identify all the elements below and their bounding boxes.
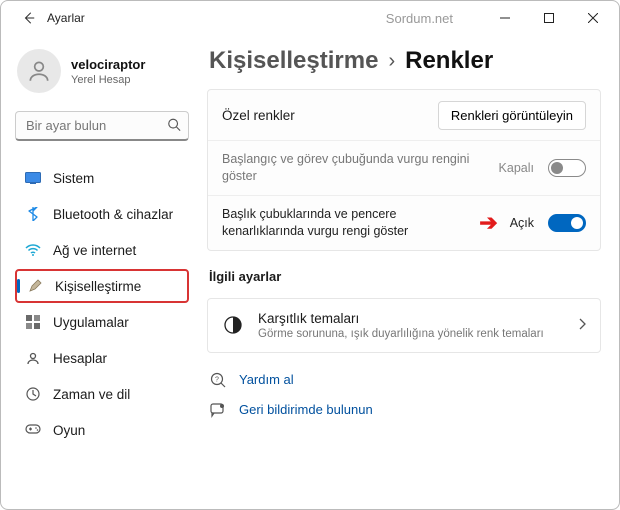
contrast-title: Karşıtlık temaları — [258, 311, 564, 326]
help-link-label: Yardım al — [239, 372, 294, 387]
accent-taskbar-label: Başlangıç ve görev çubuğunda vurgu rengi… — [222, 151, 489, 185]
custom-colors-label: Özel renkler — [222, 108, 428, 123]
sidebar-item-accounts[interactable]: Hesaplar — [15, 341, 189, 375]
avatar-icon — [17, 49, 61, 93]
chevron-right-icon — [578, 318, 586, 333]
clock-icon — [25, 386, 41, 402]
app-title: Ayarlar — [47, 11, 85, 25]
sidebar-item-network[interactable]: Ağ ve internet — [15, 233, 189, 267]
help-icon: ? — [209, 371, 227, 389]
accent-titlebar-toggle[interactable] — [548, 214, 586, 232]
minimize-button[interactable] — [483, 3, 527, 33]
toggle-state-on: Açık — [510, 216, 534, 230]
sidebar-item-time-language[interactable]: Zaman ve dil — [15, 377, 189, 411]
back-button[interactable] — [15, 4, 43, 32]
account-type: Yerel Hesap — [71, 74, 145, 86]
sidebar-item-label: Sistem — [53, 171, 94, 186]
brush-icon — [27, 278, 43, 294]
accounts-icon — [25, 350, 41, 366]
apps-icon — [25, 314, 41, 330]
sidebar-item-label: Hesaplar — [53, 351, 107, 366]
sidebar-item-bluetooth[interactable]: Bluetooth & cihazlar — [15, 197, 189, 231]
maximize-button[interactable] — [527, 3, 571, 33]
sidebar-item-label: Zaman ve dil — [53, 387, 130, 402]
sidebar-item-label: Bluetooth & cihazlar — [53, 207, 173, 222]
breadcrumb-root[interactable]: Kişiselleştirme — [209, 47, 378, 75]
feedback-link-label: Geri bildirimde bulunun — [239, 402, 373, 417]
user-profile[interactable]: velociraptor Yerel Hesap — [17, 49, 189, 93]
feedback-icon — [209, 401, 227, 419]
chevron-right-icon: › — [388, 50, 395, 73]
contrast-subtitle: Görme sorununa, ışık duyarlılığına yönel… — [258, 328, 564, 340]
system-icon — [25, 170, 41, 186]
breadcrumb: Kişiselleştirme › Renkler — [209, 47, 601, 75]
contrast-icon — [222, 314, 244, 336]
bluetooth-icon — [25, 206, 41, 222]
sidebar-item-label: Ağ ve internet — [53, 243, 136, 258]
watermark-text: Sordum.net — [386, 11, 453, 26]
sidebar-item-gaming[interactable]: Oyun — [15, 413, 189, 447]
view-colors-button[interactable]: Renkleri görüntüleyin — [438, 101, 586, 130]
related-settings-heading: İlgili ayarlar — [209, 269, 599, 284]
svg-text:?: ? — [215, 376, 219, 383]
user-name: velociraptor — [71, 57, 145, 72]
close-button[interactable] — [571, 3, 615, 33]
wifi-icon — [25, 242, 41, 258]
contrast-themes-link[interactable]: Karşıtlık temaları Görme sorununa, ışık … — [207, 298, 601, 353]
sidebar-item-label: Uygulamalar — [53, 315, 129, 330]
breadcrumb-current: Renkler — [405, 47, 493, 75]
sidebar-item-system[interactable]: Sistem — [15, 161, 189, 195]
sidebar-item-personalization[interactable]: Kişiselleştirme — [15, 269, 189, 303]
accent-taskbar-toggle — [548, 159, 586, 177]
feedback-link[interactable]: Geri bildirimde bulunun — [209, 401, 599, 419]
gaming-icon — [25, 422, 41, 438]
toggle-state-off: Kapalı — [499, 161, 534, 175]
sidebar-item-apps[interactable]: Uygulamalar — [15, 305, 189, 339]
help-link[interactable]: ? Yardım al — [209, 371, 599, 389]
sidebar-item-label: Oyun — [53, 423, 85, 438]
annotation-arrow-icon: ➔ — [479, 212, 497, 234]
accent-titlebar-label: Başlık çubuklarında ve pencere kenarlıkl… — [222, 206, 469, 240]
search-input[interactable] — [15, 111, 189, 141]
sidebar-item-label: Kişiselleştirme — [55, 279, 141, 294]
